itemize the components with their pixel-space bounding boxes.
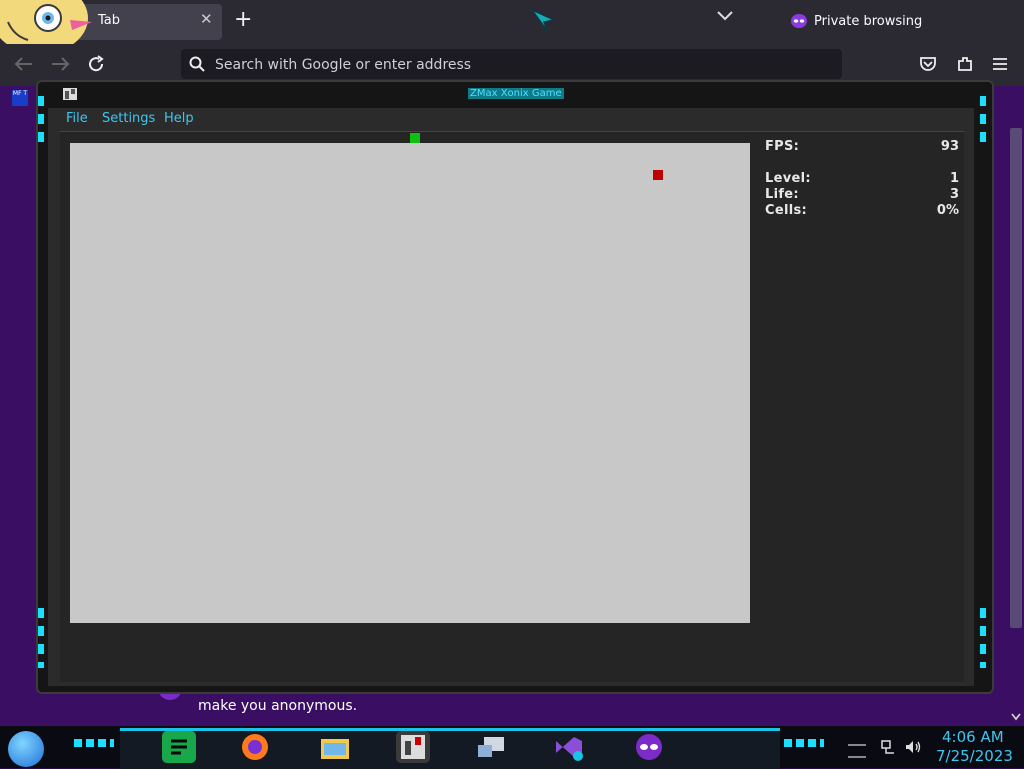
scroll-down-icon[interactable] — [1010, 712, 1022, 722]
start-button[interactable] — [8, 731, 44, 767]
menu-help[interactable]: Help — [164, 111, 194, 126]
game-app-icon[interactable] — [62, 87, 78, 101]
stat-life-value: 3 — [949, 187, 959, 202]
stat-level-label: Level: — [765, 171, 811, 186]
enemy-ball — [653, 170, 663, 180]
tab-close-icon[interactable]: ✕ — [200, 10, 213, 28]
firefox-icon[interactable] — [238, 731, 272, 763]
private-mask-icon — [791, 14, 807, 28]
clock-time[interactable]: 4:06 AM — [942, 728, 1004, 746]
tab-title: Tab — [98, 13, 121, 28]
frame-accent-right-bottom — [980, 608, 986, 668]
clock-date[interactable]: 7/25/2023 — [936, 747, 1013, 765]
new-tab-button[interactable]: + — [234, 7, 252, 32]
menu-icon[interactable] — [992, 57, 1008, 71]
back-icon[interactable] — [14, 56, 34, 72]
game-taskbar-icon[interactable] — [396, 731, 430, 763]
visual-studio-icon[interactable] — [552, 731, 586, 763]
search-icon — [189, 56, 205, 72]
stat-level-value: 1 — [949, 171, 959, 186]
volume-icon[interactable] — [904, 739, 922, 755]
stat-fps-label: FPS: — [765, 139, 800, 154]
taskbar-app-strip — [120, 728, 780, 769]
taskbar-accent-right — [784, 739, 824, 747]
bookmark-favicon[interactable]: MF T — [12, 90, 28, 106]
private-browsing-label: Private browsing — [814, 14, 923, 29]
game-menu-bar: File Settings Help — [60, 111, 964, 131]
page-scrollbar[interactable] — [1010, 128, 1022, 628]
stat-fps-value: 93 — [940, 139, 959, 154]
page-body-text: make you anonymous. — [198, 698, 358, 714]
player-cursor — [410, 133, 420, 143]
stat-cells-value: 0% — [936, 203, 959, 218]
reload-icon[interactable] — [87, 55, 105, 73]
game-window-title: ZMax Xonix Game — [468, 88, 564, 99]
frame-accent-left-bottom — [38, 608, 44, 668]
menu-settings[interactable]: Settings — [102, 111, 155, 126]
network-app-icon[interactable] — [474, 731, 508, 763]
stat-life-label: Life: — [765, 187, 799, 202]
frame-accent-left-top — [38, 96, 44, 150]
play-field[interactable] — [70, 143, 750, 623]
private-browsing-icon[interactable] — [632, 731, 666, 763]
show-hidden-icons-icon[interactable] — [848, 744, 866, 758]
taskbar-accent-left — [74, 739, 114, 747]
cursor-arrow-icon — [530, 8, 556, 33]
address-bar-placeholder: Search with Google or enter address — [215, 57, 472, 73]
extensions-icon[interactable] — [956, 55, 974, 73]
forward-icon[interactable] — [50, 56, 70, 72]
chat-app-icon[interactable] — [162, 731, 196, 763]
menu-file[interactable]: File — [66, 111, 88, 126]
list-all-tabs-icon[interactable] — [716, 10, 734, 22]
stat-cells-label: Cells: — [765, 203, 808, 218]
pocket-icon[interactable] — [919, 56, 937, 72]
file-explorer-icon[interactable] — [318, 731, 352, 763]
network-icon[interactable] — [880, 739, 896, 755]
frame-accent-right-top — [980, 96, 986, 150]
